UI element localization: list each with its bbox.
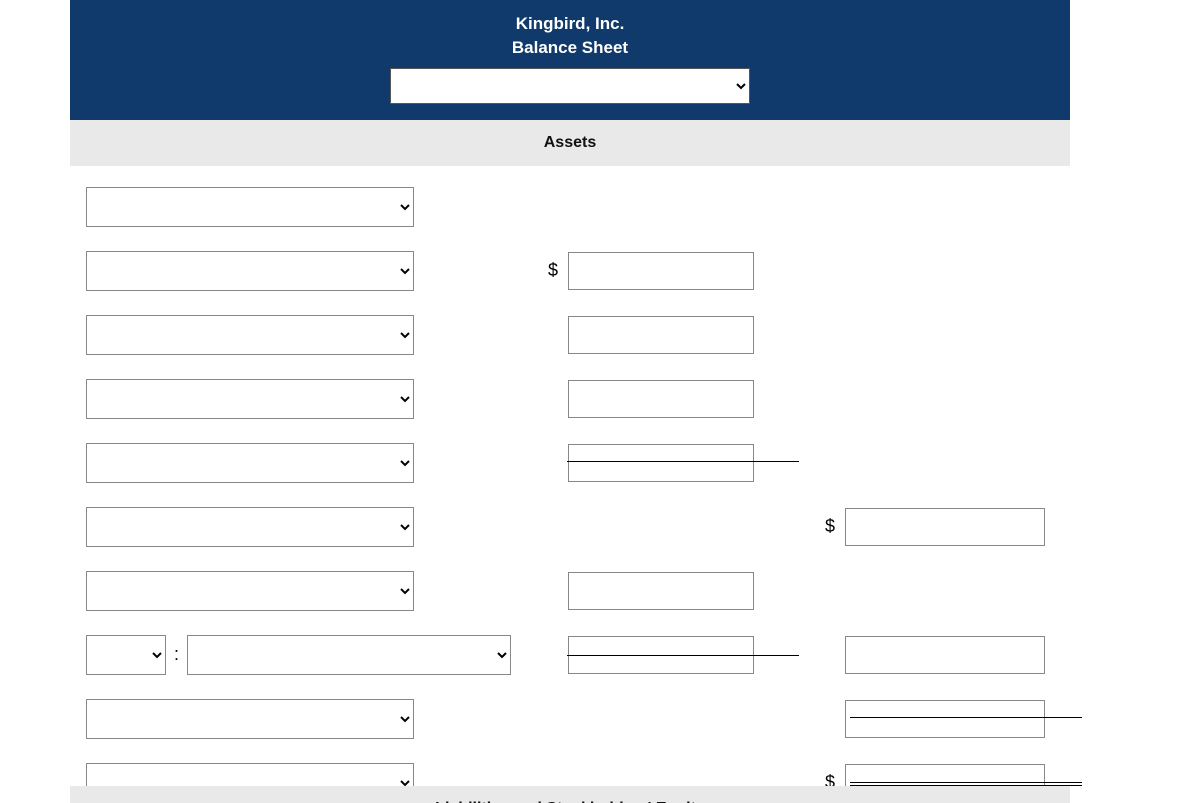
asset-row-3 xyxy=(70,312,1070,358)
asset-amount2-input-6[interactable] xyxy=(845,508,1045,546)
statement-name: Balance Sheet xyxy=(70,36,1070,60)
balance-sheet: Kingbird, Inc. Balance Sheet Assets xyxy=(70,0,1070,803)
asset-label-select-6[interactable] xyxy=(86,507,414,547)
asset-label-select-9[interactable] xyxy=(86,699,414,739)
liabilities-section-header: Liabilities and Stockholders' Equity xyxy=(70,786,1070,803)
page: Kingbird, Inc. Balance Sheet Assets xyxy=(0,0,1200,803)
colon: : xyxy=(174,644,179,665)
asset-row-9 xyxy=(70,696,1070,742)
asset-amount1-input-2[interactable] xyxy=(568,252,754,290)
asset-label-select-1[interactable] xyxy=(86,187,414,227)
asset-row-2: $ xyxy=(70,248,1070,294)
asset-row-7 xyxy=(70,568,1070,614)
subtotal-rule-1 xyxy=(567,461,799,462)
asset-label-select-4[interactable] xyxy=(86,379,414,419)
date-select[interactable] xyxy=(390,68,750,104)
asset-label-select-2[interactable] xyxy=(86,251,414,291)
total-single-rule xyxy=(850,717,1082,718)
dollar-sign: $ xyxy=(540,260,558,281)
asset-row-5 xyxy=(70,440,1070,486)
asset-amount2-input-8[interactable] xyxy=(845,636,1045,674)
subtotal-rule-2 xyxy=(567,655,799,656)
asset-small-select-8[interactable] xyxy=(86,635,166,675)
asset-rows: $ xyxy=(70,166,1070,803)
asset-amount1-input-5[interactable] xyxy=(568,444,754,482)
assets-section-header: Assets xyxy=(70,120,1070,166)
asset-amount1-input-3[interactable] xyxy=(568,316,754,354)
asset-label-select-5[interactable] xyxy=(86,443,414,483)
asset-row-1 xyxy=(70,184,1070,230)
dollar-sign: $ xyxy=(817,516,835,537)
asset-amount2-input-9[interactable] xyxy=(845,700,1045,738)
asset-amount1-input-7[interactable] xyxy=(568,572,754,610)
asset-row-4 xyxy=(70,376,1070,422)
asset-row-6: $ xyxy=(70,504,1070,550)
sheet-header: Kingbird, Inc. Balance Sheet xyxy=(70,0,1070,120)
asset-wide-select-8[interactable] xyxy=(187,635,511,675)
asset-label-select-3[interactable] xyxy=(86,315,414,355)
date-select-wrap xyxy=(70,68,1070,104)
asset-label-select-7[interactable] xyxy=(86,571,414,611)
asset-amount1-input-4[interactable] xyxy=(568,380,754,418)
company-name: Kingbird, Inc. xyxy=(70,12,1070,36)
